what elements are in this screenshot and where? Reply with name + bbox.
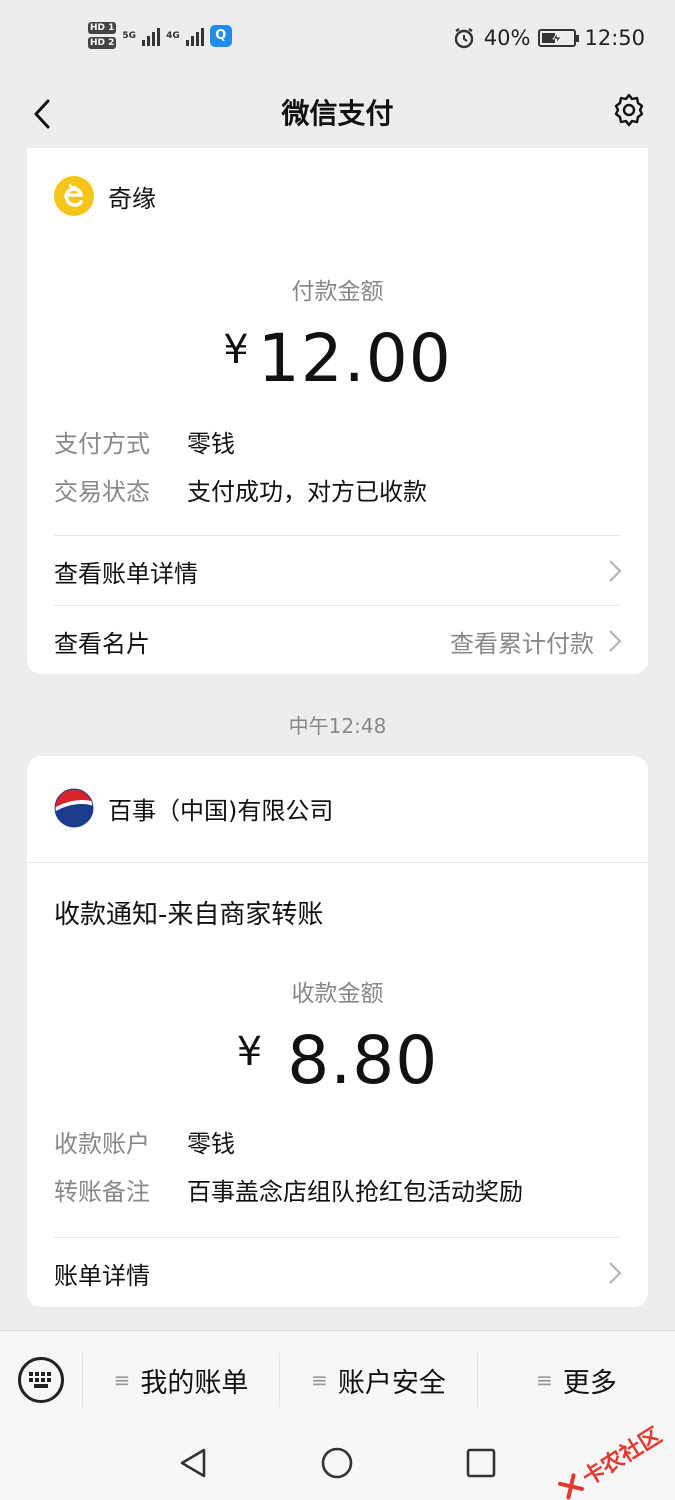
detail-value: 支付成功，对方已收款	[187, 478, 427, 506]
divider	[54, 1237, 621, 1238]
detail-row: 支付方式 零钱	[54, 424, 235, 459]
merchant-header[interactable]: 百事（中国)有限公司	[54, 788, 333, 828]
merchant-name: 百事（中国)有限公司	[108, 796, 334, 825]
qiyuan-logo-icon	[54, 176, 94, 216]
status-left: HD 1 HD 2 5G 4G Q	[88, 22, 232, 49]
status-bar: HD 1 HD 2 5G 4G Q 40% 12:50	[0, 0, 675, 84]
hd-indicators: HD 1 HD 2	[88, 22, 117, 49]
detail-row: 转账备注 百事盖念店组队抢红包活动奖励	[54, 1172, 523, 1207]
menu-lines-icon: ≡	[113, 1368, 131, 1392]
battery-icon	[538, 29, 580, 47]
amount-label: 付款金额	[291, 279, 384, 305]
detail-key: 收款账户	[54, 1130, 150, 1158]
signal-icon-2	[185, 26, 204, 46]
view-card-label: 查看名片	[54, 629, 150, 658]
hd2-badge: HD 2	[88, 37, 117, 49]
currency-symbol: ¥	[223, 327, 250, 373]
amount-value: 12.00	[257, 320, 452, 397]
divider	[54, 535, 621, 536]
receive-card: 百事（中国)有限公司 收款通知-来自商家转账 收款金额 ¥8.80 收款账户 零…	[27, 756, 648, 1307]
hd1-badge: HD 1	[88, 22, 117, 34]
chevron-right-icon	[609, 1262, 622, 1284]
menu-my-bills[interactable]: ≡ 我的账单	[83, 1351, 279, 1409]
bill-detail-label: 查看账单详情	[54, 559, 198, 588]
divider	[54, 605, 621, 606]
chevron-right-icon	[609, 630, 622, 652]
merchant-header[interactable]: 奇缘	[54, 176, 156, 216]
notification-app-icon: Q	[209, 24, 232, 47]
detail-key: 支付方式	[54, 430, 150, 458]
bill-detail-row[interactable]: 查看账单详情	[54, 546, 622, 596]
battery-percent: 40%	[483, 26, 531, 50]
detail-row: 收款账户 零钱	[54, 1124, 235, 1159]
pepsi-logo-icon	[54, 788, 94, 828]
menu-more[interactable]: ≡ 更多	[478, 1351, 675, 1409]
settings-button[interactable]	[609, 90, 649, 130]
keyboard-icon	[29, 1372, 51, 1388]
net2-label: 4G	[166, 30, 180, 41]
nav-home-icon[interactable]	[320, 1446, 354, 1480]
nav-back-icon[interactable]	[176, 1446, 210, 1480]
bill-detail-row[interactable]: 账单详情	[54, 1248, 622, 1298]
menu-lines-icon: ≡	[536, 1368, 553, 1392]
time-separator: 中午12:48	[288, 714, 387, 738]
menu-lines-icon: ≡	[311, 1368, 328, 1392]
view-total-link[interactable]: 查看累计付款	[450, 624, 594, 659]
bill-detail-label: 账单详情	[54, 1261, 150, 1290]
currency-symbol: ¥	[236, 1029, 264, 1075]
detail-key: 交易状态	[54, 478, 150, 506]
menu-label: 账户安全	[337, 1367, 446, 1399]
merchant-name: 奇缘	[108, 184, 156, 213]
menu-label: 更多	[562, 1367, 617, 1399]
divider	[27, 862, 648, 863]
payment-card: 奇缘 付款金额 ¥12.00 支付方式 零钱 交易状态 支付成功，对方已收款 查…	[27, 148, 648, 674]
detail-value: 零钱	[187, 1130, 235, 1158]
net1-label: 5G	[122, 30, 137, 41]
nav-bar: 微信支付	[0, 84, 675, 150]
chevron-right-icon	[609, 560, 622, 582]
gear-icon	[614, 93, 644, 127]
menu-label: 我的账单	[140, 1367, 249, 1399]
nav-recents-icon[interactable]	[464, 1446, 498, 1480]
keyboard-toggle-button[interactable]	[18, 1357, 64, 1403]
bottom-menu: ≡ 我的账单 ≡ 账户安全 ≡ 更多	[0, 1330, 675, 1428]
detail-row: 交易状态 支付成功，对方已收款	[54, 472, 427, 507]
amount-value: 8.80	[287, 1022, 439, 1099]
receive-amount: ¥8.80	[27, 1022, 648, 1099]
status-right: 40% 12:50	[452, 26, 645, 50]
signal-icon	[142, 26, 161, 46]
detail-value: 百事盖念店组队抢红包活动奖励	[187, 1178, 523, 1206]
detail-value: 零钱	[187, 430, 235, 458]
amount-label: 收款金额	[291, 981, 384, 1007]
detail-key: 转账备注	[54, 1178, 150, 1206]
menu-account-security[interactable]: ≡ 账户安全	[280, 1351, 477, 1409]
notify-title: 收款通知-来自商家转账	[54, 900, 324, 930]
status-time: 12:50	[584, 26, 645, 50]
payment-amount: ¥12.00	[27, 320, 648, 397]
alarm-icon	[454, 28, 473, 49]
page-title: 微信支付	[281, 97, 394, 130]
view-card-row[interactable]: 查看名片 查看累计付款	[54, 616, 622, 666]
